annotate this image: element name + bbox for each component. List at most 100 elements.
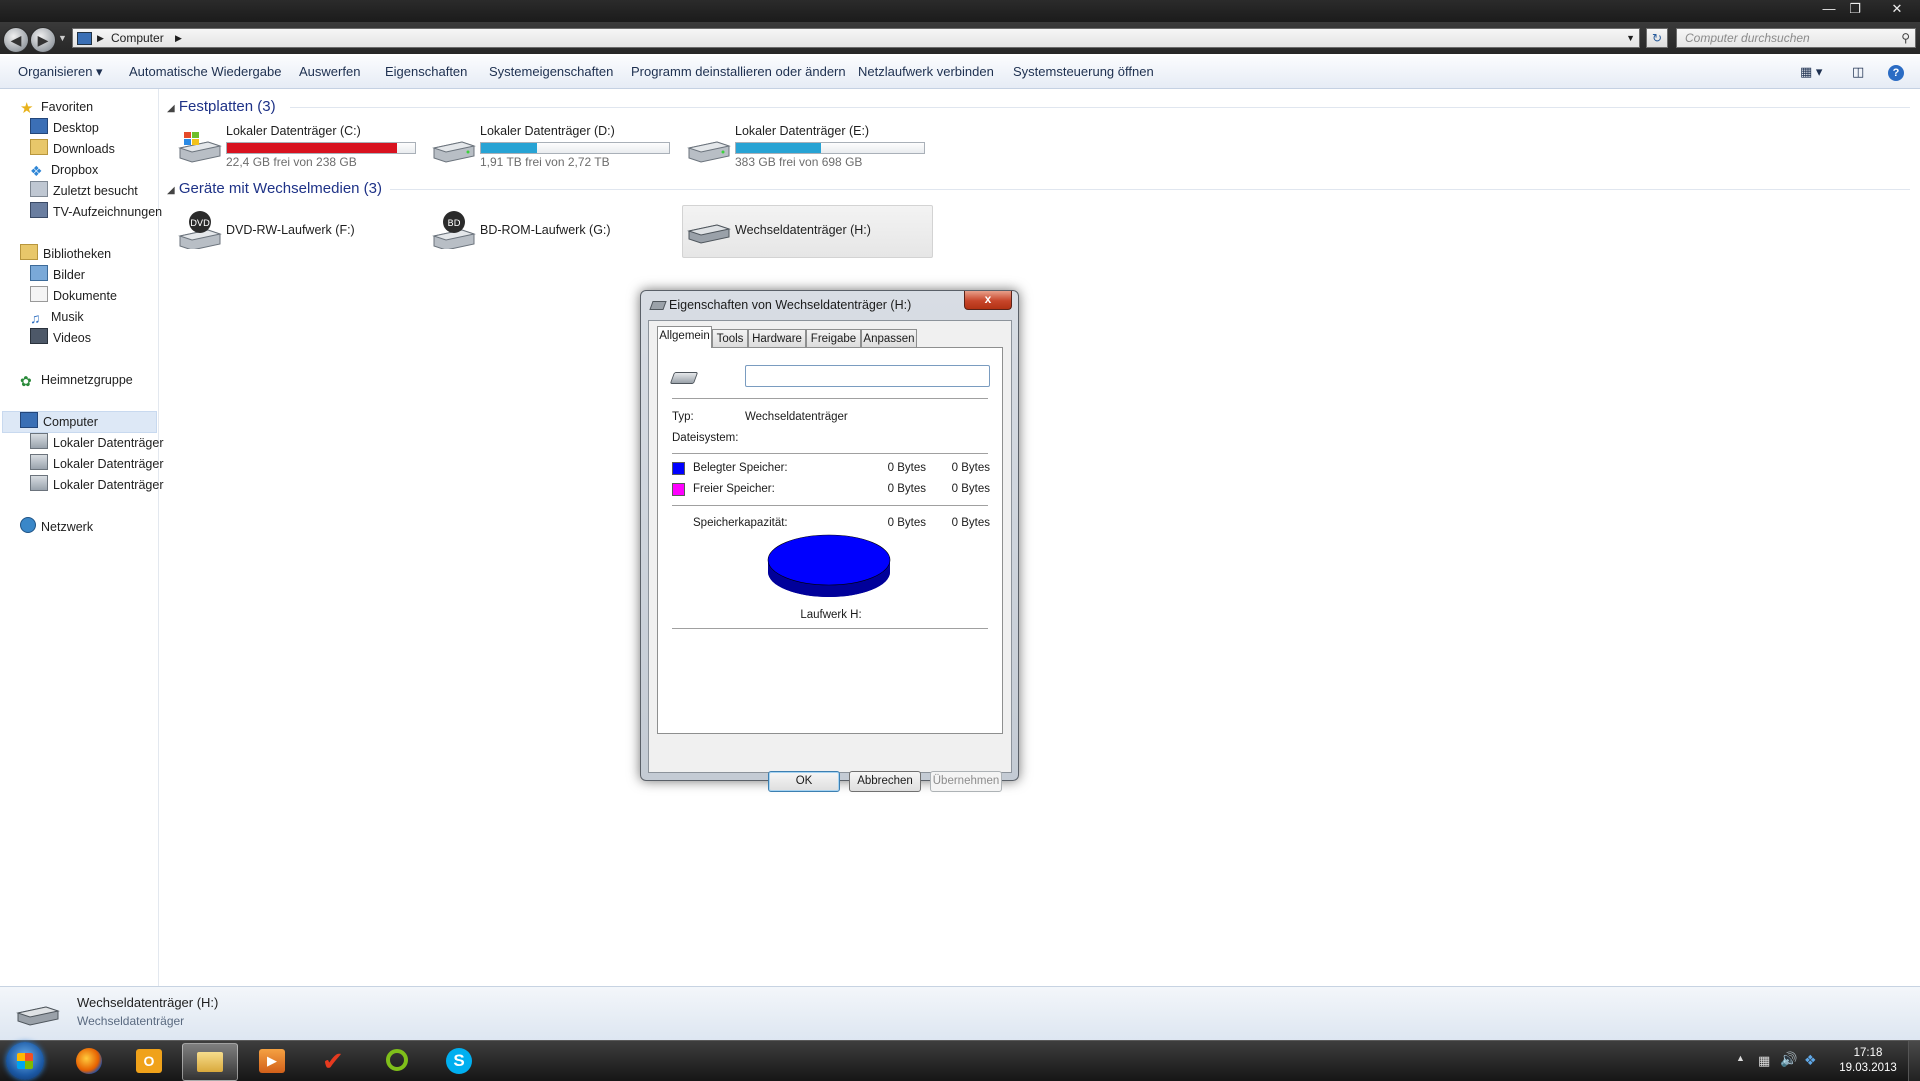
drive-d[interactable]: Lokaler Datenträger (D:) 1,91 TB frei vo… <box>428 122 678 172</box>
nav-downloads[interactable]: Downloads <box>30 139 115 159</box>
windows-drive-icon <box>30 433 48 449</box>
apply-button[interactable]: Übernehmen <box>930 771 1002 792</box>
used-space-bytes-alt: 0 Bytes <box>951 462 990 474</box>
tab-sharing[interactable]: Freigabe <box>806 329 861 347</box>
minimize-button[interactable]: — <box>1816 0 1842 18</box>
back-button[interactable]: ◀ <box>3 27 29 53</box>
drive-c[interactable]: Lokaler Datenträger (C:) 22,4 GB frei vo… <box>174 122 424 172</box>
volume-icon[interactable]: 🔊 <box>1780 1051 1797 1068</box>
free-space-label: Freier Speicher: <box>693 483 775 495</box>
close-window-button[interactable]: ✕ <box>1882 0 1912 18</box>
windows-drive-icon <box>178 132 222 163</box>
nav-music[interactable]: ♫ Musik <box>30 307 84 327</box>
drive-name: Wechseldatenträger (H:) <box>735 223 871 237</box>
drive-g-bd[interactable]: BD BD-ROM-Laufwerk (G:) <box>428 205 678 255</box>
cmd-open-control-panel[interactable]: Systemsteuerung öffnen <box>1013 56 1154 88</box>
drive-h-removable[interactable]: Wechseldatenträger (H:) <box>683 205 933 255</box>
nav-pictures[interactable]: Bilder <box>30 265 85 285</box>
preview-pane-icon[interactable]: ◫ <box>1852 56 1864 88</box>
explorer-taskbar-button[interactable] <box>182 1043 238 1081</box>
nav-tv-recordings[interactable]: TV-Aufzeichnungen <box>30 202 162 222</box>
computer-icon <box>20 412 38 428</box>
cmd-properties[interactable]: Eigenschaften <box>385 56 467 88</box>
recent-pages-dropdown[interactable]: ▼ <box>58 33 67 43</box>
tab-customize[interactable]: Anpassen <box>861 329 917 347</box>
drive-e[interactable]: Lokaler Datenträger (E:) 383 GB frei von… <box>683 122 933 172</box>
explorer-folder-icon <box>197 1052 223 1072</box>
nav-local-disk-d[interactable]: Lokaler Datenträger <box>30 454 163 474</box>
nav-recent-places[interactable]: Zuletzt besucht <box>30 181 138 201</box>
help-icon[interactable]: ? <box>1888 56 1904 88</box>
cmd-organize[interactable]: Organisieren ▾ <box>18 56 103 88</box>
properties-dialog: Eigenschaften von Wechseldatenträger (H:… <box>640 290 1019 792</box>
separator <box>672 398 988 399</box>
nav-videos[interactable]: Videos <box>30 328 91 348</box>
cmd-eject[interactable]: Auswerfen <box>299 56 360 88</box>
cmd-autoplay[interactable]: Automatische Wiedergabe <box>129 56 281 88</box>
group-header-hard-disks[interactable]: ◢ Festplatten (3) <box>167 98 276 115</box>
search-icon[interactable]: ⚲ <box>1901 29 1910 47</box>
nav-dropbox[interactable]: ❖ Dropbox <box>30 160 98 180</box>
nav-desktop[interactable]: Desktop <box>30 118 99 138</box>
nav-documents[interactable]: Dokumente <box>30 286 117 306</box>
network-icon <box>20 517 36 533</box>
dropbox-tray-icon[interactable]: ❖ <box>1804 1052 1817 1069</box>
volume-label-input[interactable] <box>745 365 990 387</box>
nav-computer[interactable]: Computer <box>20 412 98 432</box>
dialog-close-button[interactable]: x <box>964 291 1012 310</box>
restore-button[interactable]: ❐ <box>1842 0 1868 18</box>
dvd-drive-icon: DVD <box>178 211 222 249</box>
desktop-icon <box>30 118 48 134</box>
media-player-taskbar-button[interactable]: ▶ <box>245 1043 299 1079</box>
view-options-icon[interactable]: ▦ ▾ <box>1800 56 1822 88</box>
cmd-map-network-drive[interactable]: Netzlaufwerk verbinden <box>858 56 994 88</box>
cancel-button[interactable]: Abbrechen <box>849 771 921 792</box>
downloads-folder-icon <box>30 139 48 155</box>
bd-drive-icon: BD <box>432 211 476 249</box>
pictures-icon <box>30 265 48 281</box>
firefox-taskbar-button[interactable] <box>62 1043 116 1079</box>
address-dropdown-icon[interactable]: ▼ <box>1626 29 1635 47</box>
breadcrumb-separator-icon[interactable]: ▶ <box>97 29 104 47</box>
outlook-taskbar-button[interactable]: O <box>122 1043 176 1079</box>
tab-general[interactable]: Allgemein <box>657 326 712 348</box>
ok-button[interactable]: OK <box>768 771 840 792</box>
nav-network[interactable]: Netzwerk <box>20 517 93 537</box>
clock[interactable]: 17:18 19.03.2013 <box>1824 1046 1912 1076</box>
start-button[interactable] <box>6 1042 44 1080</box>
tab-hardware[interactable]: Hardware <box>748 329 806 347</box>
green-app-taskbar-button[interactable] <box>370 1043 424 1079</box>
skype-taskbar-button[interactable]: S <box>432 1043 486 1079</box>
navigation-pane: ★ Favoriten Desktop Downloads ❖ Dropbox Zu… <box>0 89 163 986</box>
free-space-bytes: 0 Bytes <box>887 483 926 495</box>
cmd-uninstall-program[interactable]: Programm deinstallieren oder ändern <box>631 56 846 88</box>
tab-tools[interactable]: Tools <box>712 329 748 347</box>
breadcrumb-chevron-icon[interactable]: ▶ <box>175 29 182 47</box>
nav-favorites[interactable]: ★ Favoriten <box>20 97 93 117</box>
cmd-system-properties[interactable]: Systemeigenschaften <box>489 56 613 88</box>
show-hidden-icons-icon[interactable]: ▲ <box>1736 1053 1745 1063</box>
dropbox-icon: ❖ <box>30 163 43 179</box>
drive-f-dvd[interactable]: DVD DVD-RW-Laufwerk (F:) <box>174 205 424 255</box>
address-bar[interactable]: ▶ Computer ▶ ▼ <box>72 28 1640 48</box>
forward-button[interactable]: ▶ <box>30 27 56 53</box>
drive-free-space: 22,4 GB frei von 238 GB <box>226 155 357 169</box>
capacity-label: Speicherkapazität: <box>693 517 788 529</box>
nav-homegroup[interactable]: ✿ Heimnetzgruppe <box>20 370 133 390</box>
capacity-bar <box>226 142 416 154</box>
breadcrumb-computer[interactable]: Computer <box>111 29 164 47</box>
nav-local-disk-e[interactable]: Lokaler Datenträger <box>30 475 163 495</box>
removable-drive-icon <box>16 1006 60 1026</box>
drive-name: Lokaler Datenträger (D:) <box>480 124 615 138</box>
removable-drive-icon <box>669 372 699 384</box>
nav-libraries[interactable]: Bibliotheken <box>20 244 111 264</box>
nav-local-disk-c[interactable]: Lokaler Datenträger <box>30 433 163 453</box>
network-tray-icon[interactable]: ▦ <box>1758 1053 1770 1069</box>
search-input[interactable]: Computer durchsuchen ⚲ <box>1676 28 1916 48</box>
badge-text: DVD <box>190 219 210 229</box>
refresh-button[interactable]: ↻ <box>1646 28 1668 48</box>
group-header-removable[interactable]: ◢ Geräte mit Wechselmedien (3) <box>167 180 382 197</box>
details-type: Wechseldatenträger <box>77 1014 185 1028</box>
task-app-taskbar-button[interactable]: ✔ <box>308 1043 362 1079</box>
show-desktop-button[interactable] <box>1908 1041 1920 1081</box>
